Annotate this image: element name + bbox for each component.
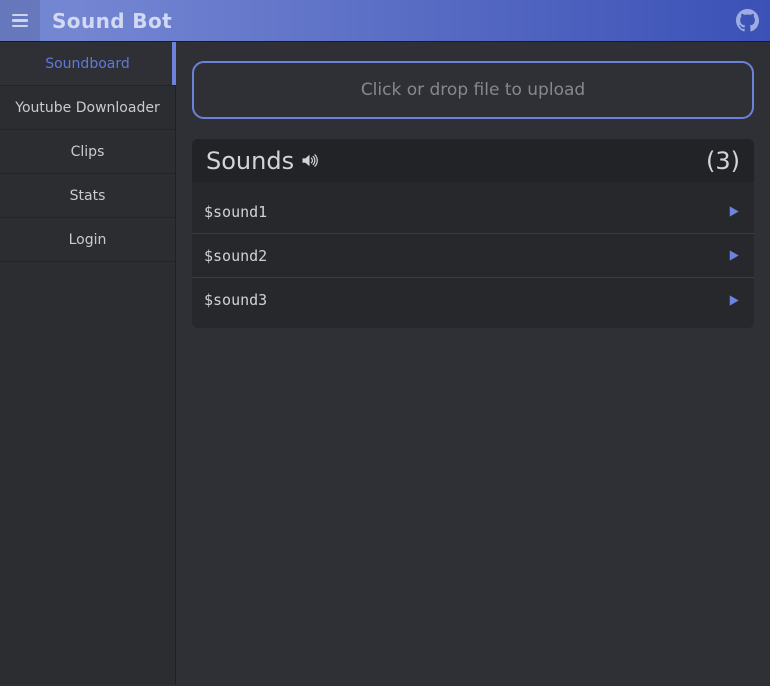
sound-name: $sound3 xyxy=(204,291,267,309)
play-icon xyxy=(726,293,741,308)
sidebar: Soundboard Youtube Downloader Clips Stat… xyxy=(0,42,176,685)
file-upload-dropzone[interactable]: Click or drop file to upload xyxy=(192,61,754,119)
sidebar-item-label: Soundboard xyxy=(45,56,130,72)
sound-row[interactable]: $sound3 xyxy=(192,278,754,322)
sidebar-item-label: Login xyxy=(69,232,107,248)
play-icon xyxy=(726,248,741,263)
sound-row[interactable]: $sound1 xyxy=(192,190,754,234)
sounds-card: Sounds (3) $sound1 xyxy=(192,139,754,328)
github-icon xyxy=(736,9,759,32)
github-link[interactable] xyxy=(734,8,760,34)
sidebar-item-youtube-downloader[interactable]: Youtube Downloader xyxy=(0,86,175,130)
play-sound-button[interactable] xyxy=(724,291,742,309)
sidebar-item-label: Stats xyxy=(70,188,106,204)
play-sound-button[interactable] xyxy=(724,203,742,221)
speaker-icon xyxy=(299,150,320,171)
play-icon xyxy=(726,204,741,219)
sound-name: $sound2 xyxy=(204,247,267,265)
sidebar-item-label: Youtube Downloader xyxy=(15,100,159,116)
sounds-title: Sounds xyxy=(206,147,294,175)
sound-row[interactable]: $sound2 xyxy=(192,234,754,278)
sidebar-item-stats[interactable]: Stats xyxy=(0,174,175,218)
sounds-card-header: Sounds (3) xyxy=(192,139,754,182)
app-header: Sound Bot xyxy=(0,0,770,42)
sounds-list: $sound1 $sound2 $s xyxy=(192,182,754,328)
layout: Soundboard Youtube Downloader Clips Stat… xyxy=(0,42,770,685)
sidebar-item-clips[interactable]: Clips xyxy=(0,130,175,174)
hamburger-menu-button[interactable] xyxy=(0,0,40,42)
sidebar-item-soundboard[interactable]: Soundboard xyxy=(0,42,175,86)
sidebar-item-label: Clips xyxy=(71,144,105,160)
sounds-count: (3) xyxy=(706,147,740,175)
hamburger-icon xyxy=(12,14,28,17)
app-title: Sound Bot xyxy=(52,9,172,33)
sound-name: $sound1 xyxy=(204,203,267,221)
main-content: Click or drop file to upload Sounds (3) … xyxy=(176,42,770,685)
play-sound-button[interactable] xyxy=(724,247,742,265)
dropzone-label: Click or drop file to upload xyxy=(361,80,585,100)
sidebar-item-login[interactable]: Login xyxy=(0,218,175,262)
